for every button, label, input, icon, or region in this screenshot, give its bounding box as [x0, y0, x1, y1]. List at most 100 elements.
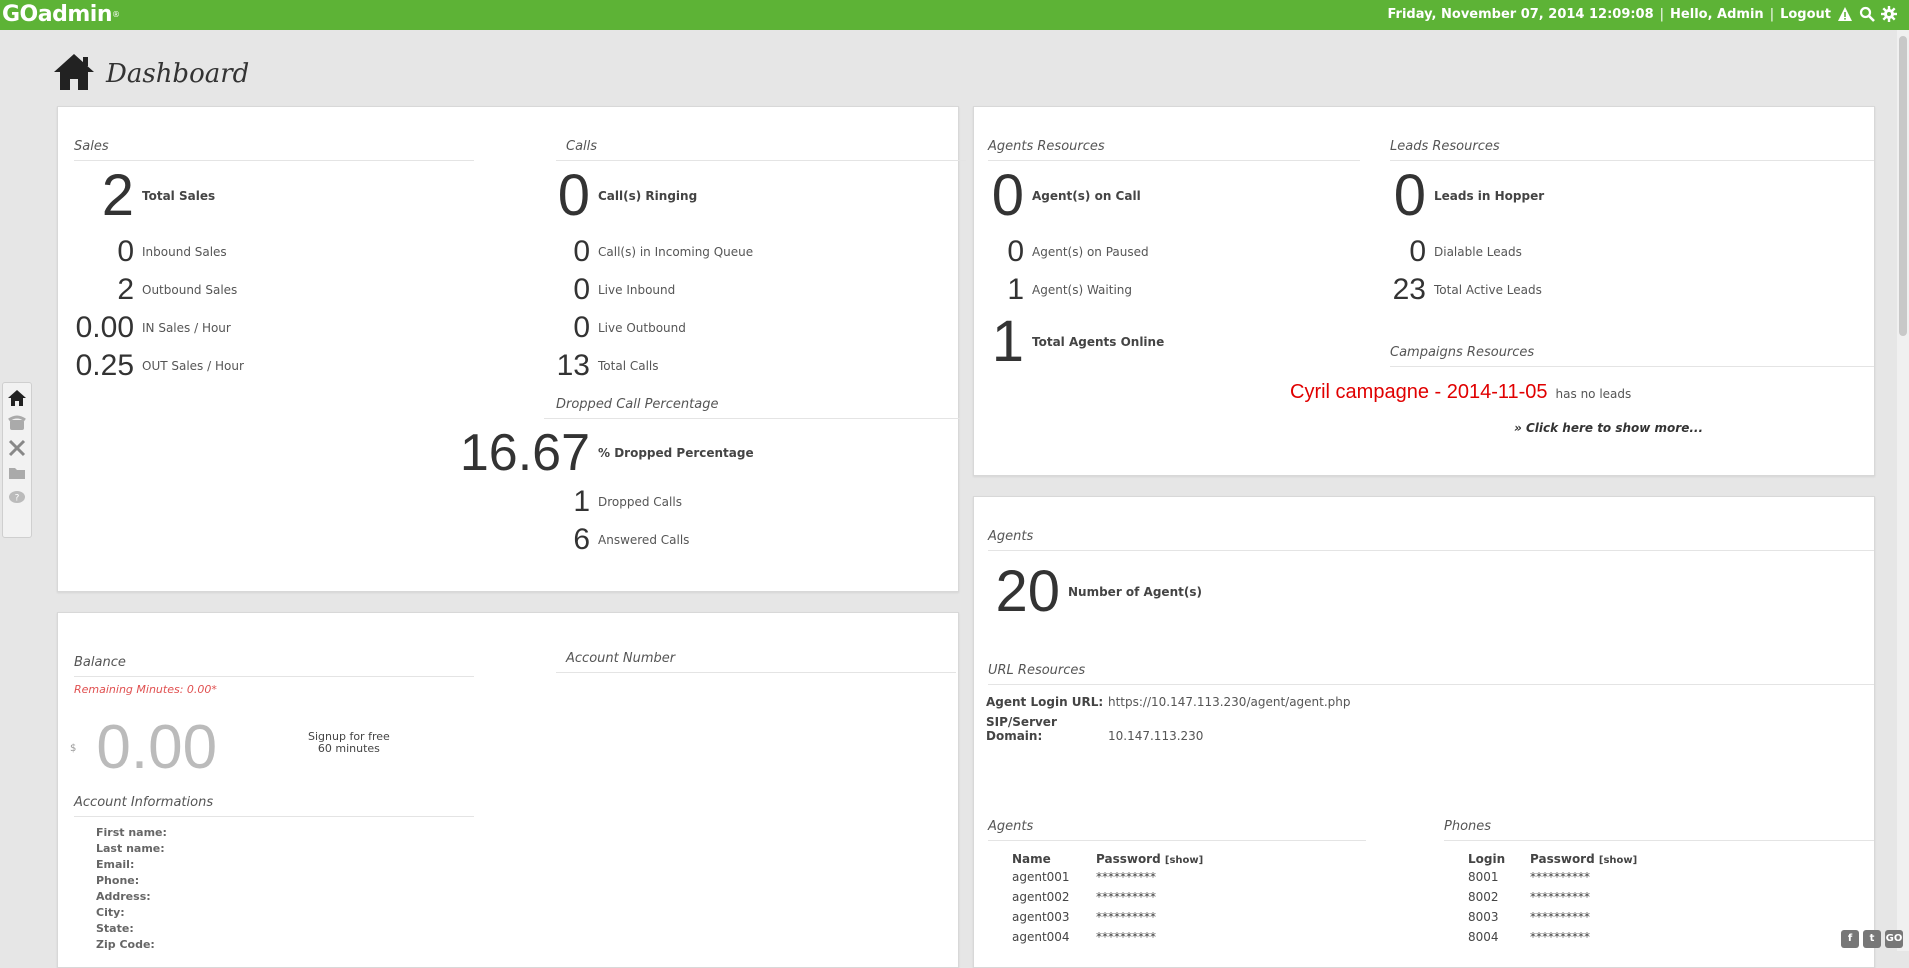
- table-header-row: Name Password [show]: [1012, 851, 1203, 867]
- total-calls-value: 13: [556, 349, 590, 382]
- calls-queue-label: Call(s) in Incoming Queue: [598, 245, 754, 259]
- agent-name: agent004: [1012, 930, 1070, 944]
- agent-name: agent001: [1012, 870, 1070, 884]
- agent-name: agent003: [1012, 910, 1070, 924]
- header-greeting: Hello, Admin: [1670, 6, 1764, 22]
- scrollbar-thumb[interactable]: [1899, 36, 1907, 336]
- campaigns-resources-title: Campaigns Resources: [1390, 345, 1874, 367]
- dialable-leads-label: Dialable Leads: [1434, 245, 1522, 259]
- account-fields: First name: Last name: Email: Phone: Add…: [96, 825, 167, 953]
- phone-password: **********: [1530, 910, 1590, 924]
- col-name-header: Name: [1012, 852, 1051, 866]
- outbound-sales-label: Outbound Sales: [142, 283, 238, 297]
- answered-calls-value: 6: [573, 523, 590, 556]
- agent-login-url-key: Agent Login URL:: [986, 695, 1104, 709]
- calls-title: Calls: [556, 139, 966, 161]
- header-separator: |: [1769, 6, 1775, 22]
- total-sales-stat: 2 Total Sales: [98, 167, 215, 225]
- agents-waiting-stat: 1 Agent(s) Waiting: [988, 275, 1132, 305]
- live-outbound-label: Live Outbound: [598, 321, 686, 335]
- social-links: f t GO: [1841, 930, 1903, 948]
- page-scrollbar[interactable]: [1897, 30, 1909, 951]
- dropped-calls-stat: 1 Dropped Calls: [548, 487, 682, 517]
- dialable-leads-value: 0: [1409, 235, 1426, 268]
- signup-line-2: 60 minutes: [317, 742, 380, 755]
- out-sales-hour-label: OUT Sales / Hour: [142, 359, 244, 373]
- home-icon[interactable]: [7, 388, 27, 408]
- url-resources-title: URL Resources: [988, 663, 1874, 685]
- logo-trademark: ®: [111, 10, 120, 19]
- campaign-row: Cyril campagne - 2014-11-05 has no leads: [1290, 381, 1631, 404]
- active-leads-value: 23: [1392, 273, 1426, 306]
- tool-rail: ?: [2, 382, 32, 538]
- state-label: State:: [96, 922, 134, 935]
- phone-login: 8001: [1468, 870, 1499, 884]
- live-outbound-stat: 0 Live Outbound: [548, 313, 686, 343]
- logo-text: GOadmin: [2, 2, 112, 27]
- table-row: 8004 **********: [1468, 927, 1637, 947]
- resources-panel: Agents Resources 0 Agent(s) on Call 0 Ag…: [973, 106, 1875, 476]
- help-icon[interactable]: ?: [7, 488, 27, 508]
- agents-paused-label: Agent(s) on Paused: [1032, 245, 1149, 259]
- calls-queue-stat: 0 Call(s) in Incoming Queue: [548, 237, 753, 267]
- table-row: agent004 **********: [1012, 927, 1203, 947]
- home-icon: [52, 52, 96, 96]
- agents-on-call-stat: 0 Agent(s) on Call: [988, 167, 1141, 225]
- show-passwords-link[interactable]: [show]: [1599, 855, 1637, 866]
- agent-password: **********: [1096, 890, 1156, 904]
- email-label: Email:: [96, 858, 135, 871]
- campaign-status: has no leads: [1555, 387, 1632, 401]
- phone-icon[interactable]: [7, 413, 27, 433]
- in-sales-hour-value: 0.00: [75, 311, 134, 344]
- table-header-row: Login Password [show]: [1468, 851, 1637, 867]
- active-leads-stat: 23 Total Active Leads: [1390, 275, 1542, 305]
- signup-offer[interactable]: Signup for free 60 minutes: [308, 731, 390, 755]
- inbound-sales-label: Inbound Sales: [142, 245, 227, 259]
- total-sales-value: 2: [101, 163, 134, 228]
- folder-icon[interactable]: [7, 463, 27, 483]
- account-info-title: Account Informations: [74, 795, 474, 817]
- facebook-icon[interactable]: f: [1841, 930, 1859, 948]
- table-row: 8001 **********: [1468, 867, 1637, 887]
- agents-waiting-value: 1: [1007, 273, 1024, 306]
- address-label: Address:: [96, 890, 151, 903]
- dropped-pct-value: 16.67: [459, 424, 590, 482]
- active-leads-label: Total Active Leads: [1434, 283, 1542, 297]
- goadmin-logo[interactable]: GOadmin®: [2, 2, 120, 27]
- agents-online-label: Total Agents Online: [1032, 335, 1165, 349]
- header-datetime: Friday, November 07, 2014 12:09:08: [1387, 6, 1654, 22]
- leads-hopper-value: 0: [1393, 163, 1426, 228]
- tools-icon[interactable]: [7, 438, 27, 458]
- show-passwords-link[interactable]: [show]: [1165, 855, 1203, 866]
- campaign-name[interactable]: Cyril campagne - 2014-11-05: [1290, 381, 1548, 404]
- logout-link[interactable]: Logout: [1780, 7, 1831, 22]
- phone-login: 8002: [1468, 890, 1499, 904]
- sip-domain-value: 10.147.113.230: [1108, 729, 1204, 743]
- live-inbound-value: 0: [573, 273, 590, 306]
- dropped-calls-label: Dropped Calls: [598, 495, 682, 509]
- page-title: Dashboard: [106, 59, 250, 89]
- agents-online-stat: 1 Total Agents Online: [988, 313, 1165, 371]
- agent-login-url-value[interactable]: https://10.147.113.230/agent/agent.php: [1108, 695, 1351, 709]
- search-icon[interactable]: [1859, 6, 1875, 22]
- dropped-title: Dropped Call Percentage: [544, 397, 960, 419]
- balance-amount: $ 0.00: [70, 717, 217, 779]
- sales-title: Sales: [74, 139, 474, 161]
- col-password-label: Password: [1530, 852, 1595, 866]
- outbound-sales-stat: 2 Outbound Sales: [74, 275, 237, 305]
- col-login-header: Login: [1468, 852, 1506, 866]
- agents-table-title: Agents: [988, 819, 1366, 841]
- show-more-link[interactable]: » Click here to show more...: [1514, 421, 1703, 435]
- out-sales-hour-value: 0.25: [75, 349, 134, 382]
- twitter-icon[interactable]: t: [1863, 930, 1881, 948]
- warning-icon[interactable]: [1837, 6, 1853, 22]
- currency-symbol: $: [70, 743, 77, 754]
- gear-icon[interactable]: [1881, 6, 1897, 22]
- agents-table: Name Password [show] agent001 ********** …: [1012, 851, 1203, 947]
- balance-title: Balance: [74, 655, 474, 677]
- phone-login: 8004: [1468, 930, 1499, 944]
- dropped-pct-stat: 16.67 % Dropped Percentage: [448, 427, 754, 479]
- calls-queue-value: 0: [573, 235, 590, 268]
- go-icon[interactable]: GO: [1885, 930, 1903, 948]
- phone-password: **********: [1530, 870, 1590, 884]
